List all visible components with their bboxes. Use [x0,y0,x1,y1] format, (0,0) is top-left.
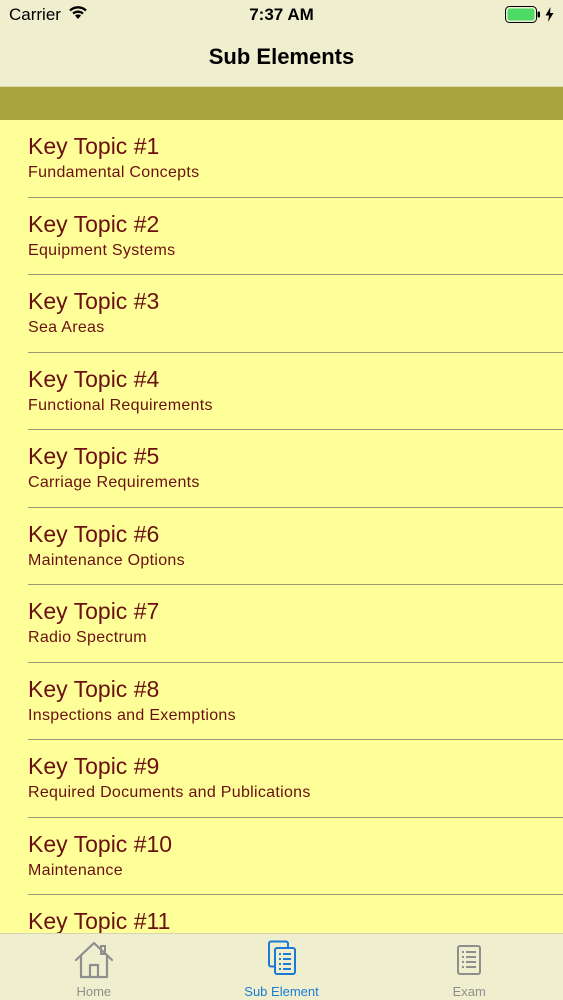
list-item-title: Key Topic #10 [28,830,173,857]
list-item[interactable]: Key Topic #4 Functional Requirements [0,353,563,431]
list-item-subtitle: Maintenance [28,861,123,879]
list-item-subtitle: Fundamental Concepts [28,164,200,181]
house-icon [73,940,115,985]
list-item-title: Key Topic #6 [28,520,160,547]
list-item[interactable]: Key Topic #11 [0,895,563,933]
battery-icon [505,6,541,28]
list-item-title: Key Topic #11 [28,908,171,933]
tab-sub-element-label: Sub Element [244,984,319,999]
list-item[interactable]: Key Topic #5 Carriage Requirements [0,430,563,508]
list-item[interactable]: Key Topic #10 Maintenance [0,818,563,896]
list-item-subtitle: Maintenance Options [28,551,185,569]
list-item-subtitle: Sea Areas [28,319,105,336]
tab-sub-element[interactable]: Sub Element [188,934,376,1000]
navigation-bar: Sub Elements [0,30,563,87]
tab-exam[interactable]: Exam [375,934,563,1000]
list-item-subtitle: Inspections and Exemptions [28,706,236,724]
list-item[interactable]: Key Topic #7 Radio Spectrum [0,585,563,663]
list-item-title: Key Topic #8 [28,675,160,702]
list-item-title: Key Topic #9 [28,753,160,779]
list-item[interactable]: Key Topic #3 Sea Areas [0,275,563,353]
list-item-title: Key Topic #2 [28,210,160,237]
list-item[interactable]: Key Topic #2 Equipment Systems [0,198,563,276]
section-header-band [0,87,563,120]
status-bar: Carrier 7:37 AM [0,0,563,30]
charging-bolt-icon [545,7,554,27]
tab-home[interactable]: Home [0,934,188,1000]
tab-exam-label: Exam [452,984,486,999]
list-item-title: Key Topic #5 [28,443,160,469]
status-right [505,6,554,28]
topic-list[interactable]: Key Topic #1 Fundamental Concepts Key To… [0,120,563,933]
page-title: Sub Elements [208,44,355,69]
list-item-subtitle: Required Documents and Publications [28,784,311,801]
list-item-title: Key Topic #1 [28,133,160,159]
list-item[interactable]: Key Topic #6 Maintenance Options [0,508,563,586]
list-item[interactable]: Key Topic #1 Fundamental Concepts [0,120,563,198]
tab-bar: Home Sub Element Exam [0,933,563,1000]
list-item-title: Key Topic #4 [28,365,160,392]
list-item[interactable]: Key Topic #9 Required Documents and Publ… [0,740,563,818]
list-document-icon [456,940,482,981]
tab-home-label: Home [76,984,112,999]
list-item-subtitle: Carriage Requirements [28,474,200,491]
list-item-title: Key Topic #7 [28,598,160,624]
list-item-subtitle: Functional Requirements [28,396,213,414]
list-item-subtitle: Radio Spectrum [28,629,147,646]
status-time: 7:37 AM [249,5,314,24]
list-item-subtitle: Equipment Systems [28,241,176,259]
documents-icon [267,940,297,981]
list-item-title: Key Topic #3 [28,288,160,314]
list-item[interactable]: Key Topic #8 Inspections and Exemptions [0,663,563,741]
